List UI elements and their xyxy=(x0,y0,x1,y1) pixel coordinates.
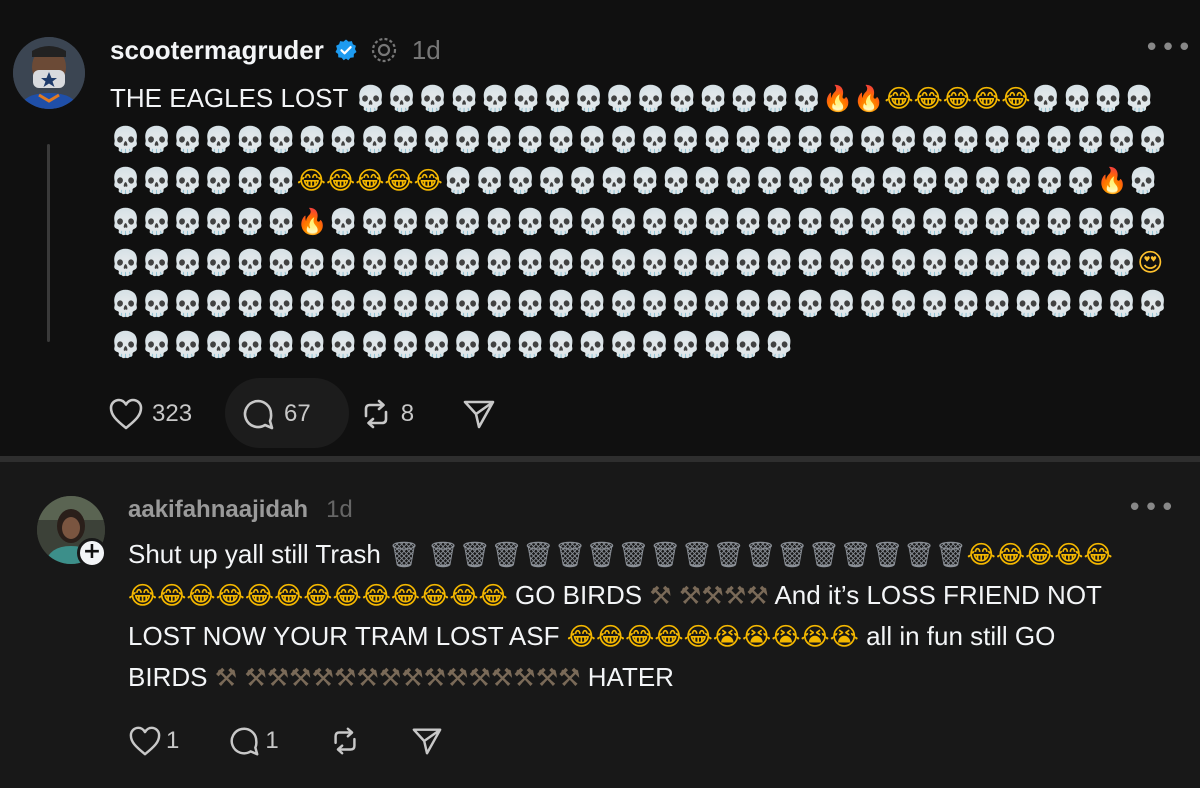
hammer-emoji: ⚒ xyxy=(649,581,672,610)
skull-emoji: 💀💀💀💀💀💀💀💀💀💀💀💀💀💀💀💀💀💀💀💀💀 xyxy=(442,166,1097,195)
laugh-emoji: 😂😂😂😂😂 xyxy=(566,622,713,651)
more-options-icon[interactable]: ••• xyxy=(1127,495,1176,521)
post-time: 1d xyxy=(411,34,441,65)
post-text-segment: GO BIRDS xyxy=(507,580,650,610)
skull-emoji: 💀💀💀💀💀💀💀💀💀💀💀💀💀💀💀💀💀💀💀💀💀💀💀💀💀💀 xyxy=(327,248,1138,277)
repost-button[interactable] xyxy=(329,725,361,757)
like-button[interactable]: 1 xyxy=(128,725,179,757)
reply-count: 67 xyxy=(284,400,311,427)
thread-line xyxy=(47,144,50,342)
post-text-segment: Shut up yall still Trash xyxy=(128,539,389,569)
reply-button[interactable]: 1 xyxy=(227,724,279,758)
heart-icon xyxy=(109,398,143,430)
laugh-emoji: 😂😂😂😂😂 xyxy=(296,166,443,195)
post-text: Shut up yall still Trash 🗑 🗑🗑🗑🗑🗑🗑🗑🗑🗑🗑🗑🗑🗑… xyxy=(128,534,1138,698)
repost-icon xyxy=(364,399,388,429)
post-time: 1d xyxy=(326,496,353,523)
skull-emoji: 💀 xyxy=(265,207,297,236)
post-text: THE EAGLES LOST 💀💀💀💀💀💀💀💀💀💀💀💀💀💀💀🔥🔥😂😂😂😂😂💀💀… xyxy=(110,78,1180,365)
skull-emoji: 💀💀💀 xyxy=(203,166,297,195)
follow-plus-icon[interactable]: + xyxy=(77,538,107,568)
like-count: 323 xyxy=(152,400,193,427)
post-header: aakifahnaajidah 1d xyxy=(128,492,353,528)
cry-emoji: 😭😭😭😭😭 xyxy=(712,622,859,651)
post-text-segment: HATER xyxy=(580,662,674,692)
action-bar: 323 67 8 xyxy=(108,396,496,432)
like-count: 1 xyxy=(166,727,180,754)
skull-emoji: 💀💀💀💀💀💀💀💀💀💀💀💀💀💀💀 xyxy=(355,84,823,113)
repost-icon xyxy=(334,727,356,755)
fire-emoji: 🔥 xyxy=(1096,166,1128,195)
share-button[interactable] xyxy=(462,397,496,431)
heart-icon xyxy=(129,726,161,756)
emoji-run: 💀💀💀💀💀💀💀💀💀💀💀💀💀💀💀🔥🔥😂😂😂😂😂💀💀💀💀💀💀💀💀💀💀💀💀💀💀💀💀💀💀… xyxy=(110,83,1168,359)
fire-emoji: 🔥🔥 xyxy=(822,84,885,113)
hammer-emoji: ⚒⚒⚒⚒⚒⚒⚒⚒⚒⚒⚒⚒⚒⚒⚒ xyxy=(244,663,581,692)
action-bar: 1 1 xyxy=(128,724,443,758)
username[interactable]: aakifahnaajidah xyxy=(128,496,308,524)
hammer-emoji: ⚒ xyxy=(214,663,238,692)
like-button[interactable]: 323 xyxy=(108,397,192,431)
post-text-prefix: THE EAGLES LOST xyxy=(110,83,356,113)
share-button[interactable] xyxy=(411,725,443,757)
skull-emoji: 💀💀💀💀💀💀💀💀💀 xyxy=(110,289,391,318)
avatar-image xyxy=(13,37,85,109)
avatar[interactable] xyxy=(13,37,85,109)
post-header: scootermagruder 1d xyxy=(110,30,441,70)
send-icon xyxy=(412,728,442,755)
repost-button[interactable]: 8 xyxy=(359,397,414,431)
repost-count: 8 xyxy=(400,400,415,427)
more-options-icon[interactable]: ••• xyxy=(1144,35,1193,61)
hammer-emoji: ⚒⚒⚒⚒ xyxy=(679,581,769,610)
laugh-emoji: 😂😂😂😂😂😂😂😂😂😂😂😂 xyxy=(157,581,508,610)
trash-emoji: 🗑🗑🗑🗑🗑🗑🗑🗑🗑🗑🗑🗑🗑🗑🗑🗑🗑 xyxy=(427,540,967,569)
comment-icon xyxy=(230,727,259,756)
fire-emoji: 🔥 xyxy=(296,207,328,236)
verified-badge-icon xyxy=(335,39,357,61)
send-icon xyxy=(463,400,495,429)
heart-eyes-emoji: 😍 xyxy=(1137,248,1164,277)
skull-emoji: 💀💀💀💀💀💀💀💀💀💀💀 xyxy=(452,330,795,359)
laugh-emoji: 😂😂😂😂😂 xyxy=(884,84,1031,113)
username[interactable]: scootermagruder xyxy=(110,35,324,66)
post-1: scootermagruder 1d ••• THE EAGLES LOST 💀… xyxy=(0,0,1200,456)
comment-icon xyxy=(243,399,274,430)
reply-button[interactable]: 67 xyxy=(240,396,311,432)
threads-icon xyxy=(371,37,396,63)
trash-emoji: 🗑 xyxy=(388,540,420,569)
reply-count: 1 xyxy=(265,727,279,754)
post-text-segment xyxy=(672,580,679,610)
